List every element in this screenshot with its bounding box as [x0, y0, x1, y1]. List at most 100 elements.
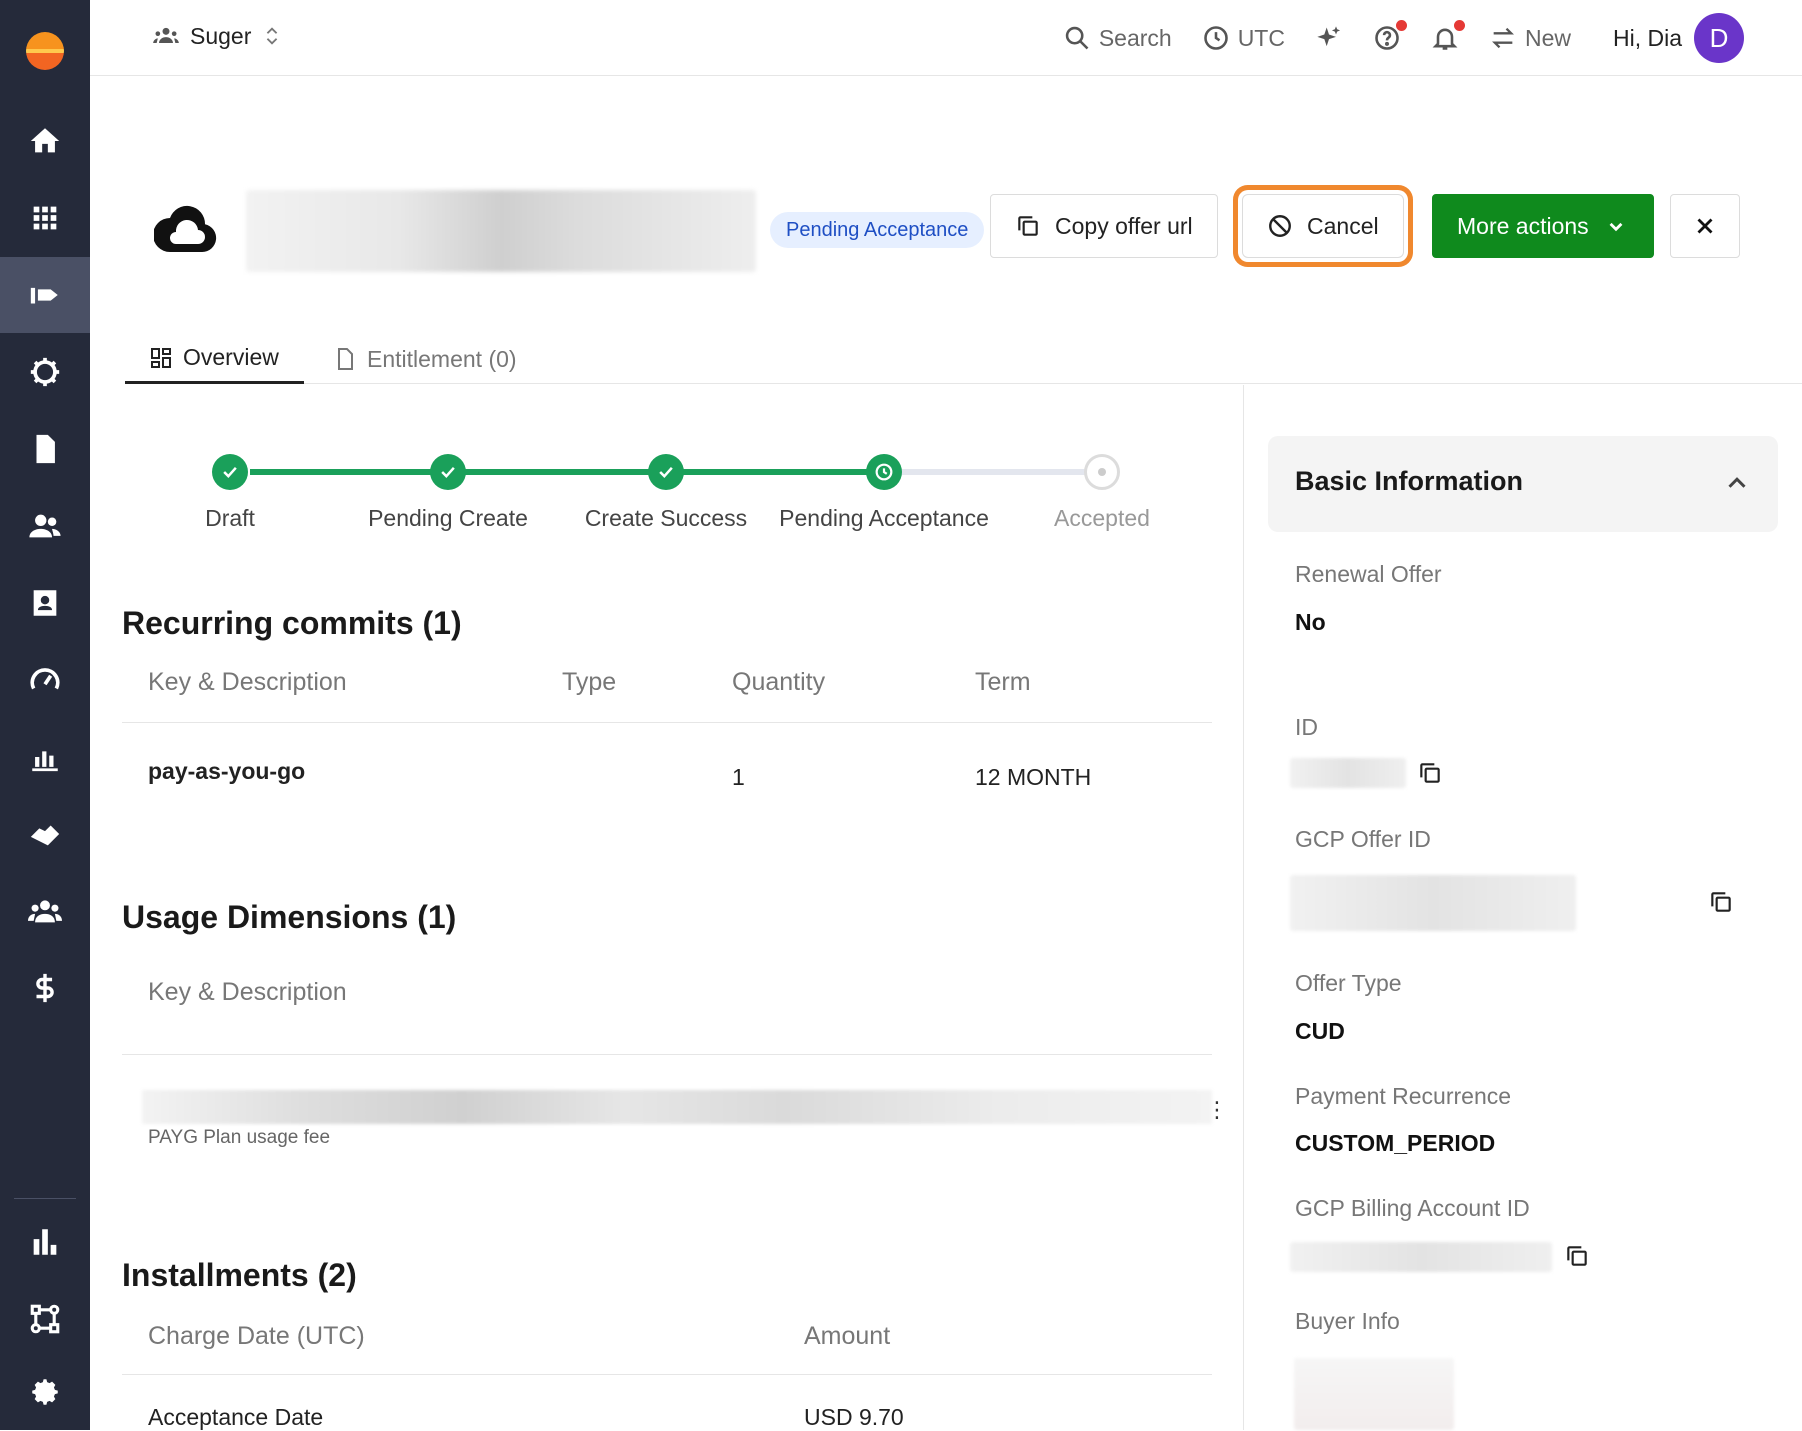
installment-amount: USD 9.70: [804, 1404, 904, 1431]
more-actions-label: More actions: [1457, 213, 1589, 240]
gcp-billing-account-label: GCP Billing Account ID: [1295, 1195, 1530, 1222]
sidebar-item-metering[interactable]: [0, 642, 90, 718]
col-type: Type: [562, 668, 616, 697]
offer-hand-icon: [28, 278, 62, 312]
copy-billing-account-icon[interactable]: [1564, 1243, 1590, 1269]
sidebar-item-offers[interactable]: [0, 257, 90, 333]
sidebar-item-documents[interactable]: [0, 411, 90, 487]
buyer-info-redacted: [1294, 1358, 1454, 1430]
commit-key: pay-as-you-go: [148, 758, 305, 785]
step-label-pending-create: Pending Create: [368, 505, 528, 532]
sidebar-item-home[interactable]: [0, 103, 90, 179]
sidebar-item-billing[interactable]: [0, 950, 90, 1026]
sidebar-item-revenue[interactable]: [0, 719, 90, 795]
notification-dot: [1454, 20, 1465, 31]
top-bar: Suger Search UTC New Hi, Dia D: [90, 0, 1802, 76]
usage-dimensions-title: Usage Dimensions (1): [122, 899, 456, 936]
commit-term: 12 MONTH: [975, 764, 1091, 791]
org-switcher[interactable]: Suger: [152, 22, 283, 50]
offer-type-label: Offer Type: [1295, 970, 1402, 997]
copy-id-icon[interactable]: [1417, 760, 1443, 786]
status-badge: Pending Acceptance: [770, 212, 984, 248]
billing-account-redacted: [1290, 1242, 1552, 1272]
chevron-updown-icon: [261, 25, 283, 47]
sidebar-item-analytics[interactable]: [0, 1204, 90, 1280]
payment-recurrence-label: Payment Recurrence: [1295, 1083, 1511, 1110]
step-create-success-check-icon: [648, 454, 684, 490]
team-icon: [152, 22, 180, 50]
notifications-button[interactable]: [1431, 24, 1459, 52]
avatar[interactable]: D: [1694, 13, 1744, 63]
search-button[interactable]: Search: [1063, 24, 1172, 52]
sparkle-icon: [1315, 24, 1343, 52]
col-charge-date: Charge Date (UTC): [148, 1322, 365, 1351]
step-draft-check-icon: [212, 454, 248, 490]
ban-icon: [1267, 213, 1293, 239]
step-label-draft: Draft: [205, 505, 255, 532]
copy-gcp-offer-id-icon[interactable]: [1708, 889, 1734, 915]
step-label-accepted: Accepted: [1054, 505, 1150, 532]
offer-name-redacted: [246, 190, 756, 272]
col-key-description: Key & Description: [148, 668, 347, 697]
new-button[interactable]: New: [1489, 24, 1571, 52]
id-value-redacted: [1290, 758, 1406, 788]
step-pending-create-check-icon: [430, 454, 466, 490]
help-button[interactable]: [1373, 24, 1401, 52]
table-divider: [122, 722, 1212, 723]
sidebar-item-integrations[interactable]: [0, 334, 90, 410]
tab-entitlement[interactable]: Entitlement (0): [333, 334, 517, 384]
tab-bar: Overview Entitlement (0): [125, 324, 1802, 384]
document-icon: [28, 432, 62, 466]
sidebar-item-settings[interactable]: [0, 1354, 90, 1430]
sidebar-item-apps[interactable]: [0, 180, 90, 256]
payment-recurrence-value: CUSTOM_PERIOD: [1295, 1130, 1495, 1157]
id-label: ID: [1295, 714, 1318, 741]
grid-icon: [28, 201, 62, 235]
bar-chart-icon: [28, 1225, 62, 1259]
home-icon: [28, 124, 62, 158]
cancel-label: Cancel: [1307, 213, 1379, 240]
search-label: Search: [1099, 25, 1172, 52]
sidebar-item-customers[interactable]: [0, 488, 90, 564]
stepper-progress-line: [250, 469, 870, 475]
step-accepted-pending-icon: [1084, 454, 1120, 490]
more-actions-button[interactable]: More actions: [1432, 194, 1654, 258]
search-icon: [1063, 24, 1091, 52]
sidebar-item-workflows[interactable]: [0, 1281, 90, 1357]
commit-quantity: 1: [732, 764, 745, 791]
timezone-label: UTC: [1238, 25, 1285, 52]
status-stepper: Draft Pending Create Create Success Pend…: [90, 445, 1243, 545]
sidebar-item-partners[interactable]: [0, 873, 90, 949]
copy-offer-url-button[interactable]: Copy offer url: [990, 194, 1218, 258]
chevron-up-icon: [1722, 468, 1752, 498]
col-quantity: Quantity: [732, 668, 825, 697]
user-greeting: Hi, Dia: [1613, 25, 1682, 52]
timezone-button[interactable]: UTC: [1202, 24, 1285, 52]
tab-overview[interactable]: Overview: [125, 334, 304, 384]
installment-date: Acceptance Date: [148, 1404, 323, 1431]
contact-card-icon: [28, 586, 62, 620]
row-more-icon[interactable]: ⋮: [1206, 1097, 1228, 1123]
gcp-offer-id-label: GCP Offer ID: [1295, 826, 1431, 853]
app-logo[interactable]: [26, 32, 64, 70]
sidebar-item-deals[interactable]: [0, 796, 90, 872]
ai-assistant-button[interactable]: [1315, 24, 1343, 52]
basic-information-header[interactable]: Basic Information: [1268, 436, 1778, 532]
column-divider: [1243, 385, 1244, 1430]
cancel-button[interactable]: Cancel: [1242, 194, 1404, 258]
close-button[interactable]: [1670, 194, 1740, 258]
step-pending-acceptance-clock-icon: [866, 454, 902, 490]
gear-outline-icon: [28, 355, 62, 389]
document-outline-icon: [333, 347, 357, 371]
stepper-remaining-line: [870, 469, 1088, 475]
renewal-offer-label: Renewal Offer: [1295, 561, 1442, 588]
clock-icon: [1202, 24, 1230, 52]
offer-header: Pending Acceptance Copy offer url Cancel…: [90, 170, 1802, 290]
step-label-pending-acceptance: Pending Acceptance: [779, 505, 989, 532]
sidebar-item-contacts[interactable]: [0, 565, 90, 641]
gauge-icon: [28, 663, 62, 697]
usage-dimension-redacted: [142, 1090, 1212, 1124]
recurring-commits-title: Recurring commits (1): [122, 605, 462, 642]
swap-arrows-icon: [1489, 24, 1517, 52]
basic-information-title: Basic Information: [1295, 466, 1523, 497]
